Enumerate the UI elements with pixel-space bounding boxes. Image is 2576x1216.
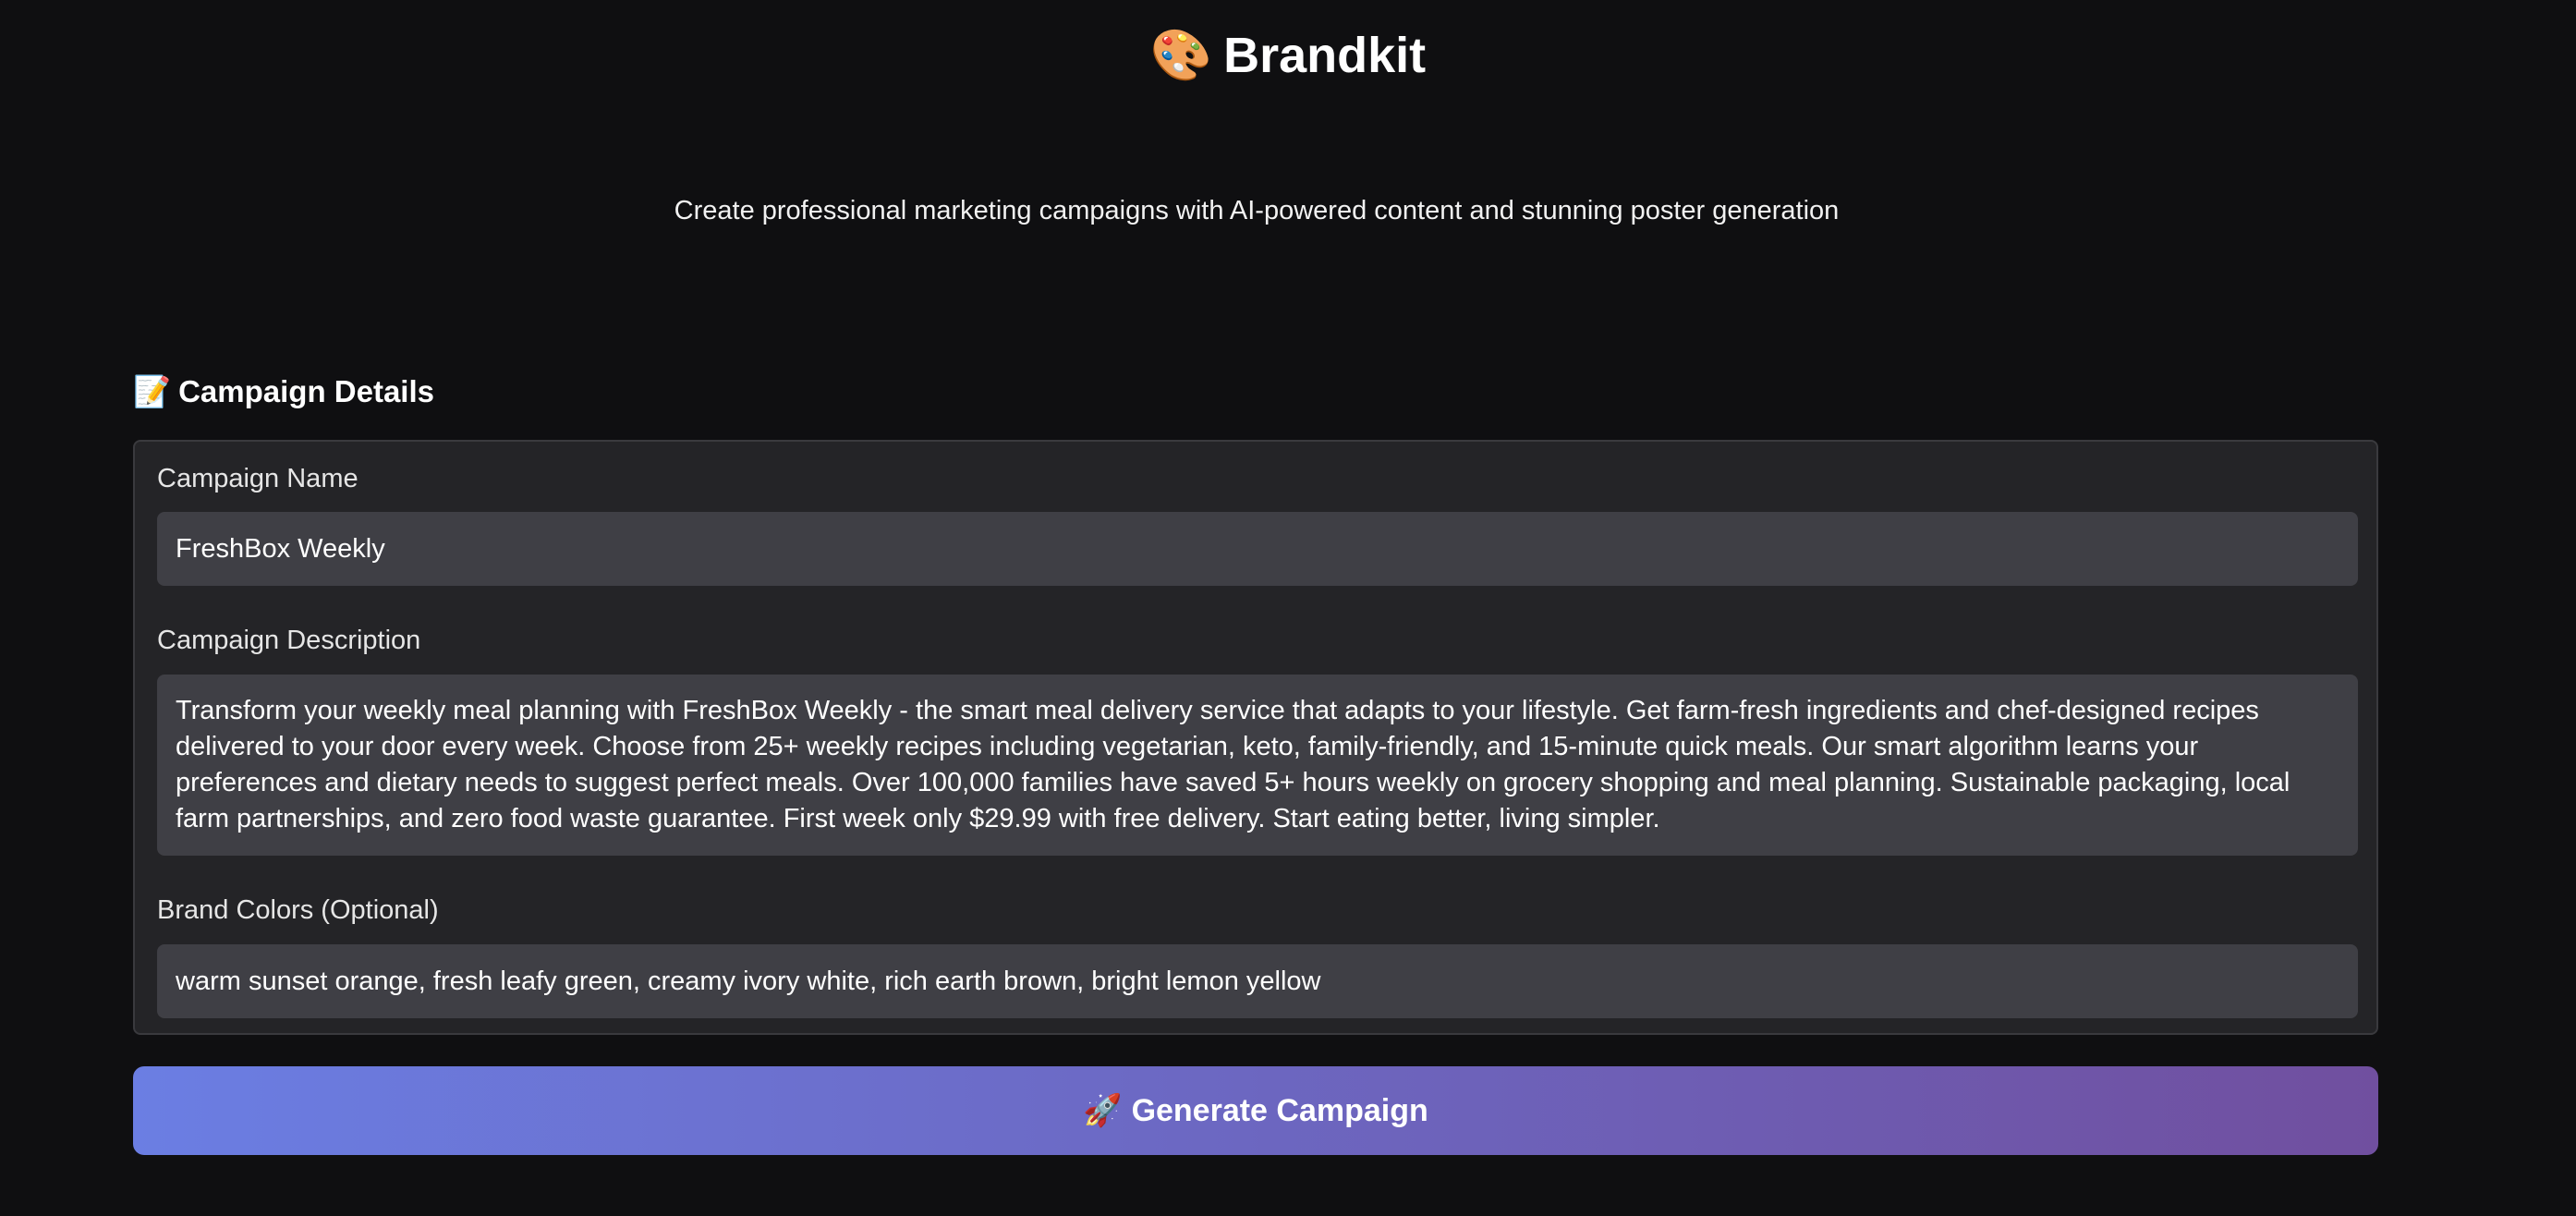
brand-colors-label: Brand Colors (Optional): [157, 895, 439, 925]
campaign-description-value: Transform your weekly meal planning with…: [176, 696, 2290, 833]
campaign-description-label: Campaign Description: [157, 626, 421, 655]
campaign-name-value: FreshBox Weekly: [176, 533, 385, 564]
app-title-text: Brandkit: [1223, 28, 1427, 83]
section-heading-text: Campaign Details: [178, 374, 435, 408]
palette-icon: 🎨: [1149, 28, 1213, 83]
rocket-icon: 🚀: [1083, 1093, 1123, 1128]
app-title: 🎨 Brandkit: [0, 22, 2576, 89]
brand-colors-value: warm sunset orange, fresh leafy green, c…: [176, 966, 1321, 996]
generate-campaign-label: Generate Campaign: [1131, 1092, 1428, 1128]
campaign-description-textarea[interactable]: Transform your weekly meal planning with…: [157, 675, 2358, 856]
campaign-form-panel: Campaign Name FreshBox Weekly Campaign D…: [133, 440, 2378, 1035]
campaign-name-label: Campaign Name: [157, 464, 358, 493]
app-page: 🎨 Brandkit Create professional marketing …: [0, 0, 2576, 1216]
brand-colors-input[interactable]: warm sunset orange, fresh leafy green, c…: [157, 944, 2358, 1018]
memo-icon: 📝: [133, 374, 172, 408]
app-subtitle: Create professional marketing campaigns …: [674, 196, 1840, 225]
section-heading: 📝 Campaign Details: [133, 370, 434, 414]
generate-campaign-button[interactable]: 🚀 Generate Campaign: [133, 1066, 2378, 1155]
campaign-name-input[interactable]: FreshBox Weekly: [157, 512, 2358, 586]
